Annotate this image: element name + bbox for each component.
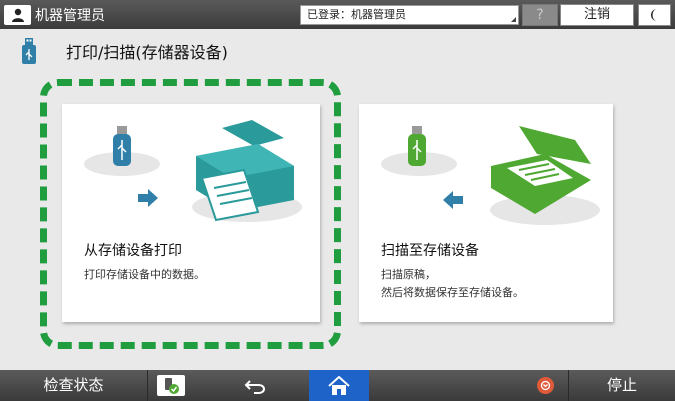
- card-title: 扫描至存储设备: [381, 243, 479, 259]
- page-header: 打印/扫描(存储器设备): [22, 38, 228, 64]
- card-description-line: 然后将数据保存至存储设备。: [381, 286, 524, 299]
- bottom-bar: 检查状态 停止: [0, 370, 675, 401]
- user-icon: [4, 4, 31, 25]
- scan-to-storage-card[interactable]: 扫描至存储设备 扫描原稿， 然后将数据保存至存储设备。: [359, 104, 613, 322]
- home-button[interactable]: [309, 370, 369, 401]
- logout-button[interactable]: 注销: [560, 4, 634, 26]
- stop-button[interactable]: 停止: [568, 370, 675, 401]
- print-from-storage-card[interactable]: 从存储设备打印 打印存储设备中的数据。: [62, 104, 320, 322]
- back-arrow-icon: [244, 379, 265, 394]
- stop-icon: [537, 377, 554, 394]
- card-description: 打印存储设备中的数据。: [84, 266, 205, 284]
- sleep-button[interactable]: [638, 4, 671, 26]
- check-status-button[interactable]: 检查状态: [0, 370, 148, 401]
- login-status-text: 已登录：机器管理员: [307, 8, 406, 21]
- corner-arrow-icon: [511, 17, 516, 22]
- top-bar: 机器管理员 已登录：机器管理员 ? 注销: [0, 0, 675, 29]
- app-icon: [165, 377, 179, 394]
- page-title: 打印/扫描(存储器设备): [66, 43, 228, 62]
- home-icon: [328, 375, 350, 395]
- card-description-line: 打印存储设备中的数据。: [84, 268, 205, 281]
- usb-icon: [22, 38, 36, 64]
- user-indicator: 机器管理员: [4, 4, 105, 25]
- help-button[interactable]: ?: [522, 4, 558, 26]
- back-button[interactable]: [230, 370, 280, 401]
- app-button[interactable]: [157, 375, 185, 396]
- user-label: 机器管理员: [35, 7, 105, 24]
- arrow-back-icon: [443, 191, 463, 209]
- card-description: 扫描原稿， 然后将数据保存至存储设备。: [381, 266, 524, 302]
- login-status-field[interactable]: 已登录：机器管理员: [300, 5, 519, 25]
- card-description-line: 扫描原稿，: [381, 268, 436, 281]
- scan-illustration: [381, 126, 600, 225]
- usb-icon: [113, 126, 131, 166]
- card-title: 从存储设备打印: [84, 243, 182, 259]
- moon-icon: [650, 9, 657, 21]
- usb-icon: [408, 126, 426, 166]
- arrow-right-icon: [138, 189, 158, 207]
- print-illustration: [84, 120, 302, 222]
